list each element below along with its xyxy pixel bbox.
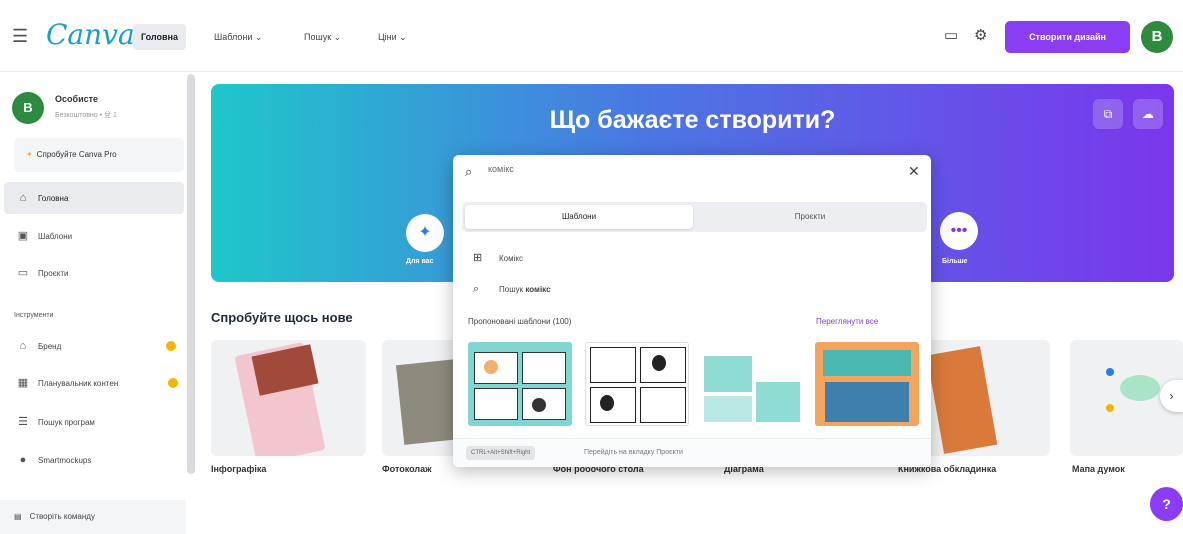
suggested-templates-label: Пропоновані шаблони (100) xyxy=(468,317,572,326)
result-search-comics[interactable]: ⌕ Пошук комікс xyxy=(473,283,551,296)
avatar[interactable]: B xyxy=(1141,21,1173,53)
for-you-icon[interactable]: ✦ xyxy=(406,214,444,252)
home-icon: ⌂ xyxy=(19,192,27,204)
footer-hint: Перейдіть на вкладку Проєкти xyxy=(584,449,683,456)
nav-home[interactable]: Головна xyxy=(133,24,186,50)
search-icon: ⌕ xyxy=(473,283,480,295)
result-comics-category[interactable]: ⊞ Комікс xyxy=(473,251,523,264)
star-icon: ✦ xyxy=(26,150,33,159)
sidebar-item-label: Проєкти xyxy=(38,269,69,278)
sidebar-item-projects[interactable]: ▭ Проєкти xyxy=(4,257,184,289)
template-icon: ▣ xyxy=(17,230,29,242)
team-icon: ▤ xyxy=(14,512,22,521)
sidebar-item-label: Пошук програм xyxy=(38,418,95,427)
comic-template-thumbnail[interactable] xyxy=(815,342,919,426)
sidebar-scrollbar[interactable] xyxy=(187,74,195,474)
card-label[interactable]: Фотоколаж xyxy=(382,464,432,474)
result-bold: комікс xyxy=(525,285,551,294)
calendar-icon: ▦ xyxy=(17,377,29,389)
keyboard-shortcut: CTRL+Alt+Shift+Right xyxy=(466,446,536,460)
canva-logo[interactable]: Canva xyxy=(46,18,135,51)
close-icon[interactable]: ✕ xyxy=(908,163,920,180)
nav-search[interactable]: Пошук ⌄ xyxy=(296,24,349,50)
card-label[interactable]: Мапа думок xyxy=(1072,464,1125,474)
see-all-link[interactable]: Переглянути все xyxy=(816,317,878,326)
more-icon[interactable]: ••• xyxy=(940,212,978,250)
sidebar-item-planner[interactable]: ▦ Планувальник контен xyxy=(4,367,184,399)
tab-templates[interactable]: Шаблони xyxy=(465,205,693,229)
sidebar-item-apps[interactable]: ☰ Пошук програм xyxy=(4,406,184,438)
try-pro-button[interactable]: ✦ Спробуйте Canva Pro xyxy=(14,138,184,172)
hero-title: Що бажаєте створити? xyxy=(549,106,836,134)
card-infographic[interactable] xyxy=(211,340,366,456)
gear-icon[interactable]: ⚙ xyxy=(974,26,987,44)
book-cover-thumbnail xyxy=(926,346,998,454)
create-team-label: Створіть команду xyxy=(29,512,95,521)
comic-template-thumbnail[interactable] xyxy=(468,342,572,426)
nav-pricing[interactable]: Ціни ⌄ xyxy=(370,24,415,50)
resize-icon[interactable]: ⧉ xyxy=(1093,99,1123,129)
mind-map-node-icon xyxy=(1106,404,1114,412)
result-prefix: Пошук xyxy=(499,285,526,294)
section-title: Спробуйте щось нове xyxy=(211,310,353,325)
tab-projects[interactable]: Проєкти xyxy=(696,205,924,229)
sidebar-item-templates[interactable]: ▣ Шаблони xyxy=(4,220,184,252)
create-design-button[interactable]: Створити дизайн xyxy=(1005,21,1130,53)
menu-icon[interactable]: ☰ xyxy=(12,26,28,47)
card-label[interactable]: Інфографіка xyxy=(211,464,266,474)
mind-map-node-icon xyxy=(1106,368,1114,376)
sidebar-item-home[interactable]: ⌂ Головна xyxy=(4,182,184,214)
account-subtitle: Безкоштовно • 兌 1 xyxy=(55,112,117,119)
comic-template-thumbnail[interactable] xyxy=(585,342,689,426)
upload-icon[interactable]: ☁ xyxy=(1133,99,1163,129)
monitor-icon[interactable]: ▭ xyxy=(944,26,958,44)
pro-badge-icon xyxy=(166,341,176,351)
sidebar-item-label: Шаблони xyxy=(38,232,73,241)
account-name[interactable]: Особисте xyxy=(55,94,98,104)
sidebar-item-label: Бренд xyxy=(38,342,62,351)
tools-heading: Інструменти xyxy=(14,312,54,319)
folder-icon: ▭ xyxy=(17,267,29,279)
sidebar-item-brand[interactable]: ⌂ Бренд xyxy=(4,330,184,362)
help-button[interactable]: ? xyxy=(1150,487,1183,521)
mockup-icon: ● xyxy=(19,454,27,466)
try-pro-label: Спробуйте Canva Pro xyxy=(36,150,117,159)
more-label[interactable]: Більше xyxy=(942,258,967,265)
grid-icon: ⊞ xyxy=(473,252,483,264)
search-input[interactable] xyxy=(488,164,788,174)
for-you-label[interactable]: Для вас xyxy=(406,258,433,265)
sidebar-item-label: Планувальник контен xyxy=(38,379,119,388)
sidebar-item-label: Smartmockups xyxy=(38,456,92,465)
apps-icon: ☰ xyxy=(18,416,28,428)
search-icon: ⌕ xyxy=(465,164,473,179)
mind-map-thumbnail xyxy=(1120,375,1160,401)
brand-icon: ⌂ xyxy=(19,340,27,352)
create-team-button[interactable]: ▤ Створіть команду xyxy=(0,500,186,534)
pro-badge-icon xyxy=(168,378,178,388)
sidebar-item-label: Головна xyxy=(38,194,69,203)
sidebar-item-smartmockups[interactable]: ● Smartmockups xyxy=(4,444,184,476)
account-avatar[interactable]: B xyxy=(12,92,44,124)
result-label: Комікс xyxy=(499,254,523,263)
nav-templates[interactable]: Шаблони ⌄ xyxy=(206,24,270,50)
comic-template-thumbnail[interactable] xyxy=(700,342,804,426)
